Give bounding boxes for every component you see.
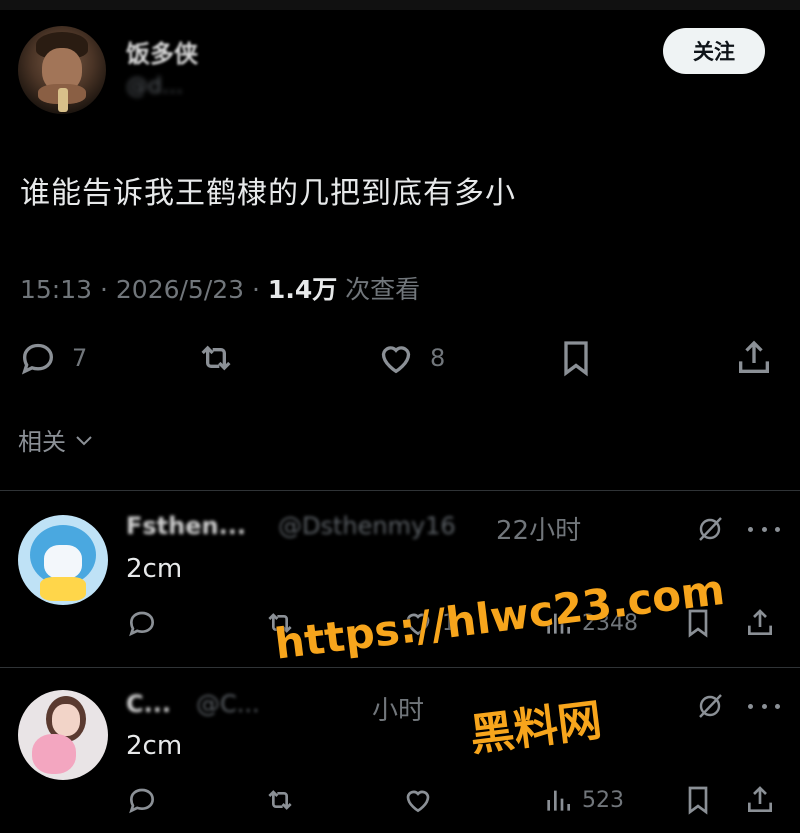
reply-avatar[interactable]: [18, 690, 108, 780]
reply-time: 小时: [372, 696, 425, 726]
author-handle: @d...: [126, 74, 183, 99]
related-label: 相关: [18, 428, 66, 456]
author-avatar[interactable]: [18, 26, 106, 114]
author-name[interactable]: 饭多侠: [126, 34, 198, 69]
post-actions: 7 8: [0, 332, 800, 384]
reply-time: 22小时: [496, 516, 582, 546]
reply-like-button[interactable]: [402, 780, 442, 820]
share-button[interactable]: [734, 332, 774, 384]
reply-divider: [0, 667, 800, 668]
reply-icon: [129, 611, 155, 637]
like-button[interactable]: 8: [376, 332, 445, 384]
post-text: 谁能告诉我王鹤棣的几把到底有多小: [20, 176, 516, 211]
reply-bookmark-button[interactable]: [682, 780, 714, 820]
reply-text: 2cm: [126, 731, 183, 761]
views-label: 次查看: [337, 275, 421, 304]
reply-author-handle: @Dsthenmy16: [278, 512, 456, 540]
grok-icon: [699, 517, 722, 541]
section-divider: [0, 490, 800, 491]
reply-retweet-button[interactable]: [264, 780, 296, 820]
reply-avatar[interactable]: [18, 515, 108, 605]
reply-icon: [21, 343, 54, 375]
post-time: 15:13 · 2026/5/23 ·: [20, 275, 268, 304]
heart-icon: [381, 346, 411, 374]
reply-count: 7: [72, 344, 88, 372]
bookmark-button[interactable]: [556, 332, 596, 384]
chevron-down-icon: [76, 435, 92, 445]
reply-button[interactable]: 7: [18, 332, 87, 384]
views-count[interactable]: 1.4万: [268, 275, 337, 304]
reply-views-count: 523: [582, 787, 624, 813]
heart-icon: [406, 790, 430, 813]
post-meta: 15:13 · 2026/5/23 · 1.4万 次查看: [20, 270, 420, 306]
retweet-icon: [268, 790, 292, 810]
reply-icon: [129, 788, 155, 814]
reply-author-handle: @C...: [196, 690, 260, 718]
grok-button[interactable]: [694, 513, 726, 545]
retweet-icon: [201, 345, 231, 371]
share-icon: [748, 609, 772, 635]
retweet-button[interactable]: [196, 332, 236, 384]
grok-button[interactable]: [694, 690, 726, 722]
reply-reply-button[interactable]: [126, 603, 158, 643]
reply-author-name[interactable]: C...: [126, 690, 171, 718]
reply-text: 2cm: [126, 554, 183, 584]
top-edge: [0, 0, 800, 10]
related-toggle[interactable]: 相关: [18, 422, 96, 457]
share-icon: [748, 786, 772, 812]
share-icon: [739, 340, 769, 373]
watermark-url: https://hlwc23.com: [272, 564, 728, 669]
reply-author-name[interactable]: Fsthen...: [126, 512, 246, 540]
reply-views-button[interactable]: 523: [542, 780, 624, 820]
watermark-name: 黑料网: [467, 694, 605, 762]
bookmark-icon: [564, 341, 588, 377]
grok-icon: [699, 694, 722, 718]
analytics-icon: [547, 790, 570, 811]
follow-button[interactable]: 关注: [663, 28, 765, 74]
like-count: 8: [430, 344, 446, 372]
more-options-button[interactable]: [748, 696, 780, 716]
reply-share-button[interactable]: [744, 780, 776, 820]
bookmark-icon: [688, 786, 708, 815]
more-options-button[interactable]: [748, 519, 780, 539]
reply-share-button[interactable]: [744, 603, 776, 643]
reply-reply-button[interactable]: [126, 780, 158, 820]
